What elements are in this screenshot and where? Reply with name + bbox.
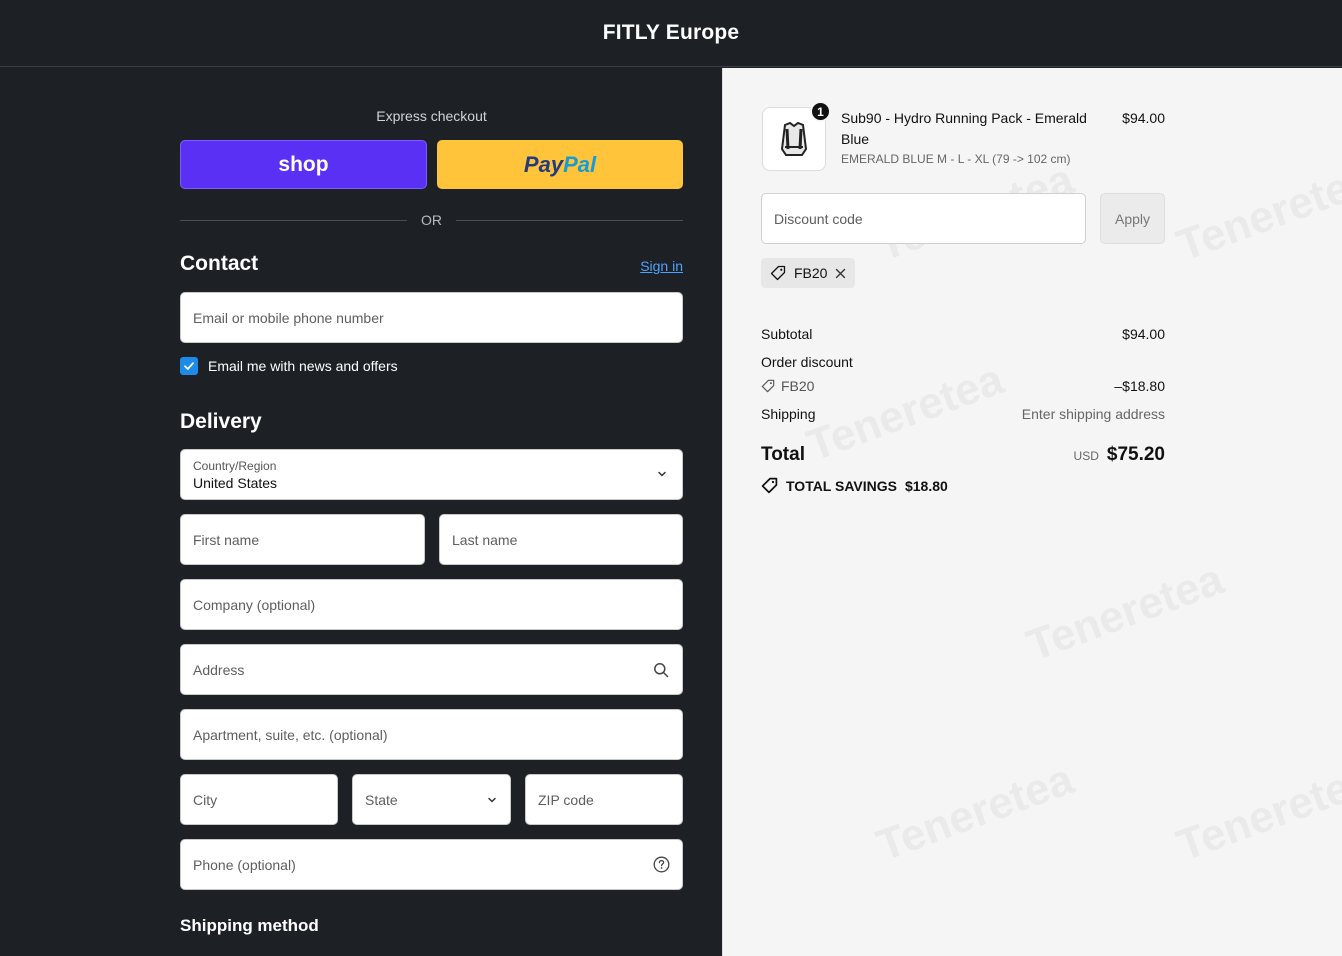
zip-input[interactable] [538,791,670,808]
shipping-row: Shipping Enter shipping address [761,406,1165,422]
order-discount-row: Order discount [761,354,1165,370]
tag-icon [770,265,786,281]
search-icon[interactable] [652,661,670,679]
apartment-input[interactable] [193,726,670,743]
paypal-pal-text: Pal [563,151,597,177]
applied-discount-chip: FB20 [761,258,856,288]
total-currency: USD [1073,449,1099,463]
discount-code-input[interactable] [774,210,1073,227]
total-amount-group: USD $75.20 [1074,444,1165,466]
apartment-field[interactable] [180,709,683,760]
product-variant: EMERALD BLUE M - L - XL (79 -> 102 cm) [841,152,1071,166]
product-name: Sub90 - Hydro Running Pack - Emerald Blu… [841,110,1087,147]
order-discount-code-text: FB20 [781,378,815,394]
apply-discount-button[interactable]: Apply [1100,193,1165,244]
order-discount-detail-row: FB20 –$18.80 [761,378,1165,394]
discount-code-field[interactable] [761,193,1086,244]
express-checkout-label: Express checkout [376,108,487,124]
total-savings-row: TOTAL SAVINGS $18.80 [761,477,948,494]
check-icon [184,362,194,370]
shipping-label: Shipping [761,406,816,422]
chevron-down-icon [488,797,496,803]
city-input[interactable] [193,791,325,808]
phone-input[interactable] [193,856,652,873]
checkout-form-panel: Express checkout shop Pay Pal OR Contact … [0,68,722,956]
top-header: FITLY Europe [0,0,1342,67]
total-savings-label: TOTAL SAVINGS [786,477,897,494]
close-icon [836,268,846,278]
watermark-text: Teneretea [870,754,1080,871]
shipping-method-heading: Shipping method [180,916,319,935]
country-value: United States [193,474,278,491]
shipping-value: Enter shipping address [1021,406,1165,422]
paypal-pay-text: Pay [523,151,564,177]
watermark-text: Teneretea [1170,754,1342,871]
total-savings-value: $18.80 [904,477,948,494]
store-brand[interactable]: FITLY Europe [603,21,740,45]
newsletter-checkbox[interactable] [180,357,198,375]
paypal-button[interactable]: Pay Pal [437,140,683,189]
shop-pay-button[interactable]: shop [180,140,427,189]
help-icon[interactable] [652,856,670,874]
tag-icon [761,477,778,494]
divider-line [456,219,683,221]
newsletter-label: Email me with news and offers [208,358,398,374]
last-name-field[interactable] [439,514,683,565]
state-label: State [365,791,398,808]
order-discount-label: Order discount [761,354,853,370]
order-discount-code: FB20 [761,378,814,394]
first-name-field[interactable] [180,514,425,565]
divider-line [180,219,407,221]
sign-in-link[interactable]: Sign in [600,258,683,274]
quantity-badge: 1 [810,101,831,122]
address-field[interactable] [180,644,683,695]
order-summary-panel: Teneretea Teneretea Teneretea Teneretea … [722,68,1342,956]
backpack-icon [780,121,808,156]
last-name-input[interactable] [452,531,670,548]
company-field[interactable] [180,579,683,630]
order-discount-value: –$18.80 [1114,378,1165,394]
watermark-text: Teneretea [1170,154,1342,271]
total-row: Total USD $75.20 [761,444,1165,466]
subtotal-value: $94.00 [1122,326,1165,342]
newsletter-checkbox-row[interactable]: Email me with news and offers [180,357,398,375]
applied-discount-code: FB20 [794,265,828,281]
remove-discount-button[interactable] [835,268,846,279]
company-input[interactable] [193,596,670,613]
email-input[interactable] [193,309,670,326]
watermark-text: Teneretea [1020,554,1230,671]
email-field[interactable] [180,292,683,343]
or-divider: OR [180,211,683,229]
product-price: $94.00 [1122,110,1165,126]
delivery-heading: Delivery [180,410,262,433]
address-input[interactable] [193,661,652,678]
country-label: Country/Region [193,458,277,473]
city-field[interactable] [180,774,338,825]
subtotal-label: Subtotal [761,326,813,342]
total-label: Total [761,444,805,465]
chevron-down-icon [658,471,666,477]
or-label: OR [421,212,442,228]
total-value: $75.20 [1106,444,1165,465]
country-select[interactable]: Country/Region United States [180,449,683,500]
phone-field[interactable] [180,839,683,890]
contact-heading: Contact [180,252,259,275]
state-select[interactable]: State [352,774,511,825]
tag-icon [761,379,775,393]
first-name-input[interactable] [193,531,412,548]
subtotal-row: Subtotal $94.00 [761,326,1165,342]
zip-field[interactable] [525,774,683,825]
